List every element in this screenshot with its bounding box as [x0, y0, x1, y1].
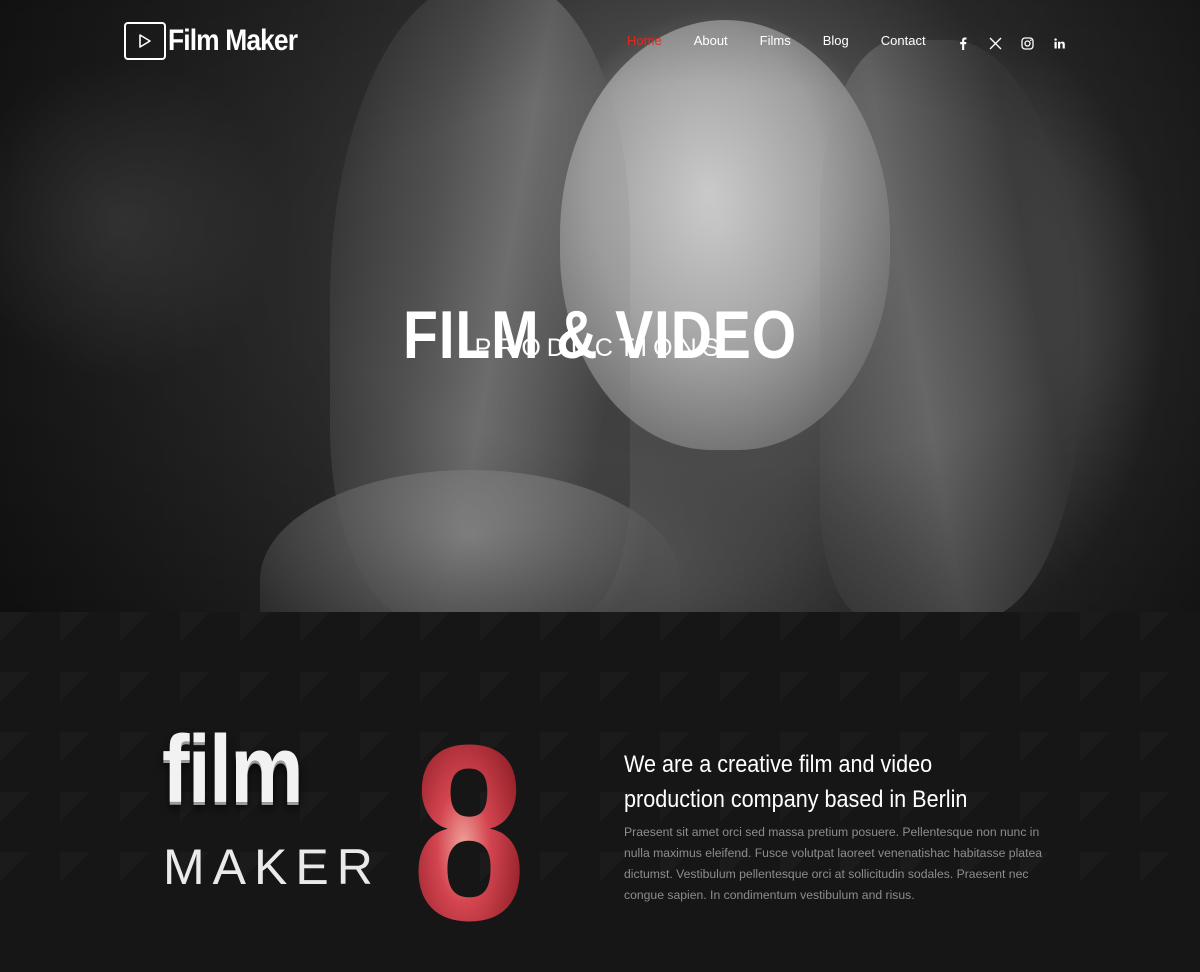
nav-item-blog[interactable]: Blog — [823, 33, 849, 48]
nav-item-about[interactable]: About — [694, 33, 728, 48]
film-maker-graphic-maker: MAKER — [163, 839, 381, 895]
facebook-icon[interactable] — [956, 36, 970, 50]
about-section: film MAKER 8 We are a creative film and … — [0, 612, 1200, 958]
play-icon — [124, 22, 166, 60]
main-nav: Home About Films Blog Contact — [627, 33, 958, 48]
film-maker-graphic-number: 8 — [412, 693, 527, 972]
nav-item-home[interactable]: Home — [627, 33, 662, 48]
about-heading: We are a creative film and video product… — [624, 750, 968, 813]
x-icon[interactable] — [988, 36, 1002, 50]
social-links — [956, 36, 1084, 50]
instagram-icon[interactable] — [1020, 36, 1034, 50]
film-maker-graphic-film: film — [162, 716, 304, 823]
linkedin-icon[interactable] — [1052, 36, 1066, 50]
site-logo[interactable]: Film Maker — [124, 22, 315, 60]
site-header: Film Maker Home About Films Blog Contact — [0, 0, 1200, 86]
logo-text: Film Maker — [168, 24, 298, 57]
hero-subtitle: PRODUCTIONS — [474, 334, 726, 362]
nav-item-films[interactable]: Films — [760, 33, 791, 48]
nav-item-contact[interactable]: Contact — [881, 33, 926, 48]
hero-section: Film Maker Home About Films Blog Contact… — [0, 0, 1200, 612]
about-body-text: Praesent sit amet orci sed massa pretium… — [624, 825, 1043, 903]
